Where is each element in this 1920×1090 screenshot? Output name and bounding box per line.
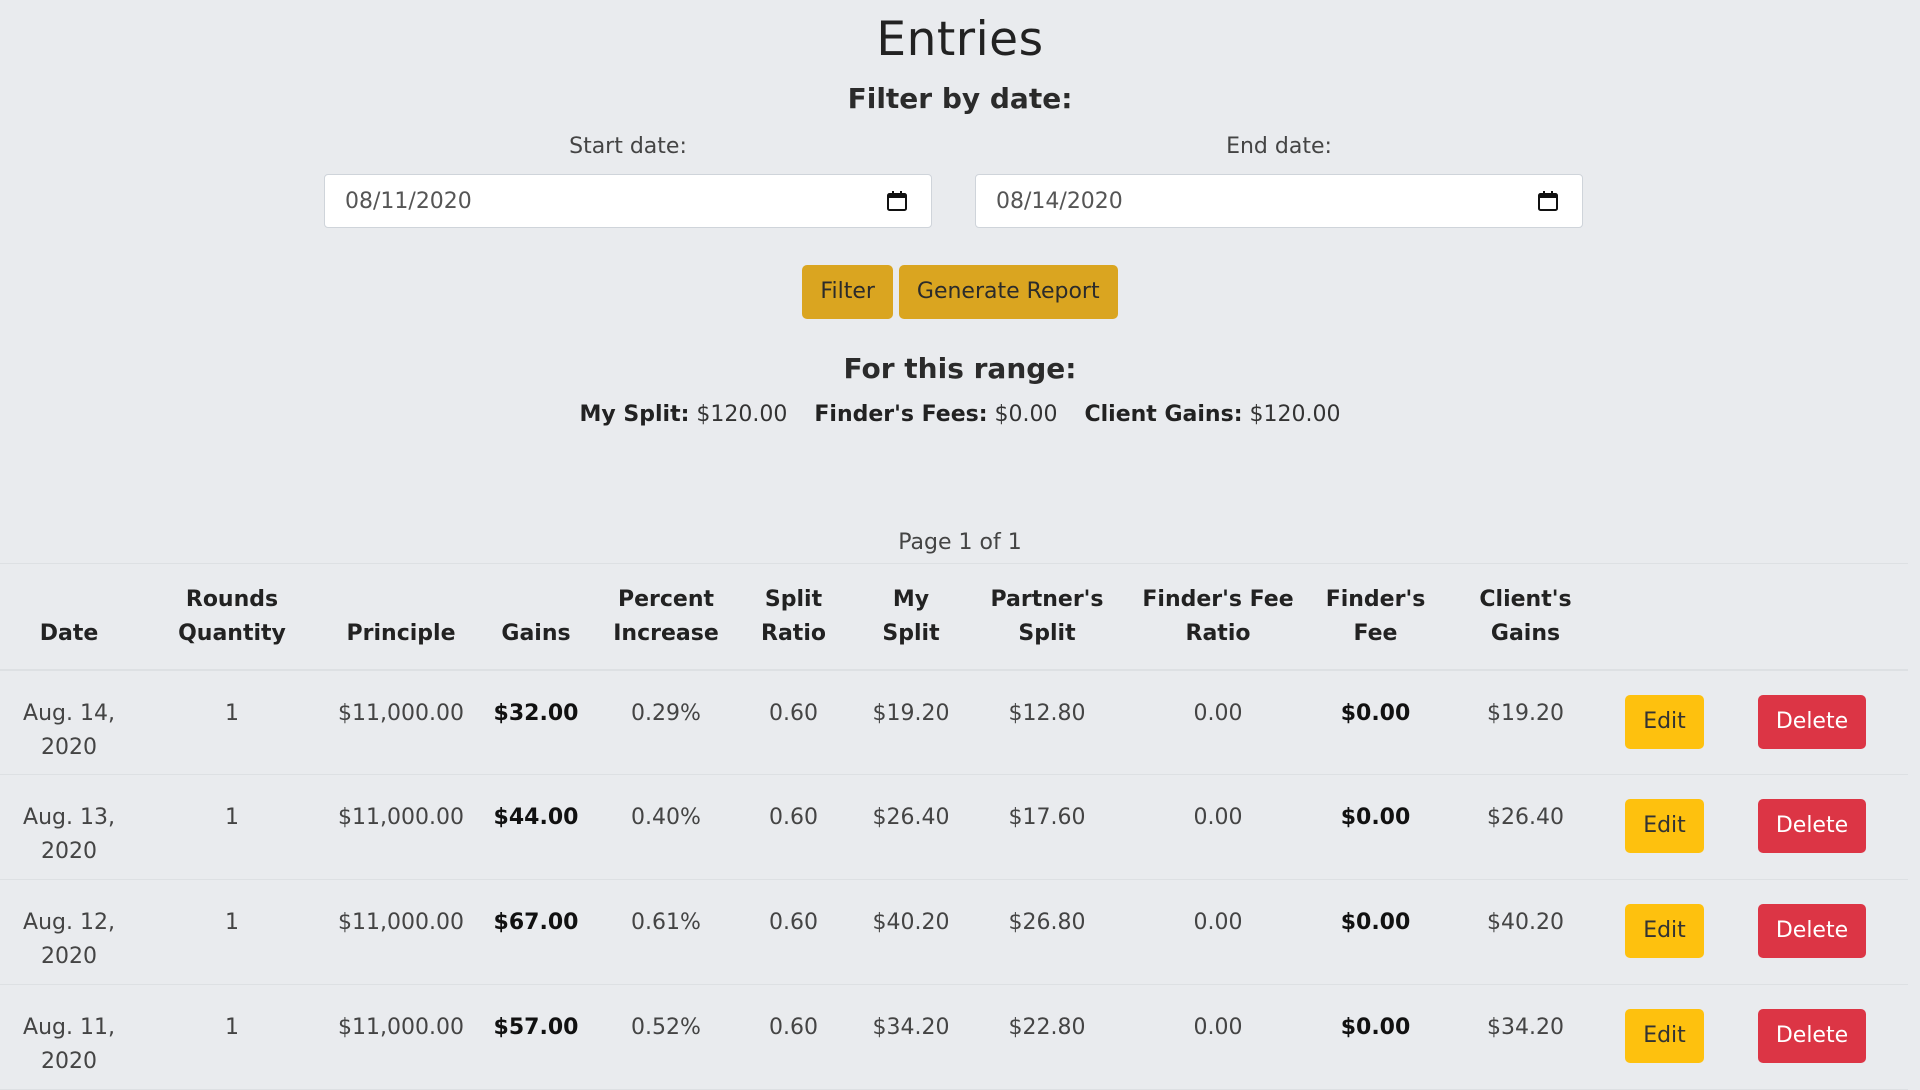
my-split-label: My Split: xyxy=(579,402,690,427)
cell-clients-gains: $34.20 xyxy=(1438,984,1613,1090)
range-heading: For this range: xyxy=(843,352,1077,385)
cell-gains: $32.00 xyxy=(476,669,596,775)
delete-button[interactable]: Delete xyxy=(1757,799,1867,853)
cell-finders-fee-ratio: 0.00 xyxy=(1123,984,1313,1090)
col-header-date: Date xyxy=(0,563,138,671)
delete-button[interactable]: Delete xyxy=(1757,904,1867,958)
cell-finders-fee-ratio: 0.00 xyxy=(1123,879,1313,985)
cell-my-split: $19.20 xyxy=(851,669,971,775)
col-header-finders-fee-ratio: Finder's Fee Ratio xyxy=(1123,563,1313,671)
cell-split-ratio: 0.60 xyxy=(736,669,851,775)
cell-principle: $11,000.00 xyxy=(326,984,476,1090)
finders-fees-stat: Finder's Fees: $0.00 xyxy=(814,402,1057,427)
cell-split-ratio: 0.60 xyxy=(736,774,851,880)
cell-finders-fee: $0.00 xyxy=(1313,984,1438,1090)
table-row: Aug. 14, 2020 1 $11,000.00 $32.00 0.29% 0… xyxy=(0,669,1908,775)
calendar-icon[interactable] xyxy=(885,189,909,213)
start-date-group: Start date: 08/11/2020 xyxy=(324,132,932,228)
end-date-label: End date: xyxy=(1226,134,1332,159)
range-summary: My Split: $120.00 Finder's Fees: $0.00 C… xyxy=(0,402,1920,427)
edit-button[interactable]: Edit xyxy=(1625,799,1704,853)
cell-date: Aug. 14, 2020 xyxy=(0,669,138,775)
cell-date: Aug. 11, 2020 xyxy=(0,984,138,1090)
col-header-my-split: My Split xyxy=(851,563,971,671)
cell-rounds: 1 xyxy=(138,774,326,880)
col-header-partners-split: Partner's Split xyxy=(971,563,1123,671)
client-gains-stat: Client Gains: $120.00 xyxy=(1085,402,1341,427)
col-header-clients-gains: Client's Gains xyxy=(1438,563,1613,671)
cell-percent-increase: 0.61% xyxy=(596,879,736,985)
client-gains-value: $120.00 xyxy=(1249,402,1341,427)
cell-rounds: 1 xyxy=(138,669,326,775)
page-title: Entries xyxy=(876,12,1044,67)
cell-split-ratio: 0.60 xyxy=(736,984,851,1090)
filter-button[interactable]: Filter xyxy=(802,265,893,319)
col-header-edit xyxy=(1613,563,1716,671)
cell-rounds: 1 xyxy=(138,879,326,985)
cell-finders-fee-ratio: 0.00 xyxy=(1123,669,1313,775)
cell-percent-increase: 0.40% xyxy=(596,774,736,880)
filter-heading: Filter by date: xyxy=(847,82,1073,115)
cell-date: Aug. 13, 2020 xyxy=(0,774,138,880)
table-row: Aug. 11, 2020 1 $11,000.00 $57.00 0.52% 0… xyxy=(0,984,1908,1090)
my-split-value: $120.00 xyxy=(696,402,788,427)
cell-clients-gains: $26.40 xyxy=(1438,774,1613,880)
cell-partners-split: $12.80 xyxy=(971,669,1123,775)
cell-gains: $44.00 xyxy=(476,774,596,880)
col-header-percent-increase: Percent Increase xyxy=(596,563,736,671)
my-split-stat: My Split: $120.00 xyxy=(580,402,788,427)
start-date-label: Start date: xyxy=(569,134,687,159)
cell-partners-split: $17.60 xyxy=(971,774,1123,880)
cell-partners-split: $26.80 xyxy=(971,879,1123,985)
finders-fees-value: $0.00 xyxy=(994,402,1058,427)
cell-percent-increase: 0.52% xyxy=(596,984,736,1090)
filter-button-row: Filter Generate Report xyxy=(0,265,1920,319)
table-header-row: Date Rounds Quantity Principle Gains Perc… xyxy=(0,563,1908,671)
end-date-value: 08/14/2020 xyxy=(996,188,1123,214)
delete-button[interactable]: Delete xyxy=(1757,694,1867,749)
finders-fees-label: Finder's Fees: xyxy=(814,402,988,427)
cell-my-split: $26.40 xyxy=(851,774,971,880)
start-date-value: 08/11/2020 xyxy=(345,188,472,214)
cell-clients-gains: $40.20 xyxy=(1438,879,1613,985)
cell-split-ratio: 0.60 xyxy=(736,879,851,985)
start-date-input[interactable]: 08/11/2020 xyxy=(324,174,932,228)
cell-principle: $11,000.00 xyxy=(326,669,476,775)
end-date-input[interactable]: 08/14/2020 xyxy=(975,174,1583,228)
cell-principle: $11,000.00 xyxy=(326,774,476,880)
cell-finders-fee: $0.00 xyxy=(1313,669,1438,775)
col-header-split-ratio: Split Ratio xyxy=(736,563,851,671)
entries-table: Date Rounds Quantity Principle Gains Perc… xyxy=(0,563,1908,1090)
table-row: Aug. 13, 2020 1 $11,000.00 $44.00 0.40% 0… xyxy=(0,774,1908,880)
col-header-delete xyxy=(1716,563,1908,671)
cell-finders-fee: $0.00 xyxy=(1313,879,1438,985)
client-gains-label: Client Gains: xyxy=(1084,402,1243,427)
cell-principle: $11,000.00 xyxy=(326,879,476,985)
cell-rounds: 1 xyxy=(138,984,326,1090)
page-indicator: Page 1 of 1 xyxy=(898,530,1022,555)
edit-button[interactable]: Edit xyxy=(1625,694,1704,749)
edit-button[interactable]: Edit xyxy=(1625,1009,1704,1063)
cell-my-split: $40.20 xyxy=(851,879,971,985)
cell-partners-split: $22.80 xyxy=(971,984,1123,1090)
cell-finders-fee-ratio: 0.00 xyxy=(1123,774,1313,880)
delete-button[interactable]: Delete xyxy=(1757,1009,1867,1063)
col-header-gains: Gains xyxy=(476,563,596,671)
col-header-rounds-quantity: Rounds Quantity xyxy=(138,563,326,671)
cell-percent-increase: 0.29% xyxy=(596,669,736,775)
cell-gains: $67.00 xyxy=(476,879,596,985)
edit-button[interactable]: Edit xyxy=(1625,904,1704,958)
cell-gains: $57.00 xyxy=(476,984,596,1090)
col-header-finders-fee: Finder's Fee xyxy=(1313,563,1438,671)
col-header-principle: Principle xyxy=(326,563,476,671)
cell-my-split: $34.20 xyxy=(851,984,971,1090)
generate-report-button[interactable]: Generate Report xyxy=(898,265,1118,319)
end-date-group: End date: 08/14/2020 xyxy=(975,132,1583,228)
calendar-icon[interactable] xyxy=(1536,189,1560,213)
cell-date: Aug. 12, 2020 xyxy=(0,879,138,985)
cell-clients-gains: $19.20 xyxy=(1438,669,1613,775)
cell-finders-fee: $0.00 xyxy=(1313,774,1438,880)
table-row: Aug. 12, 2020 1 $11,000.00 $67.00 0.61% 0… xyxy=(0,879,1908,985)
